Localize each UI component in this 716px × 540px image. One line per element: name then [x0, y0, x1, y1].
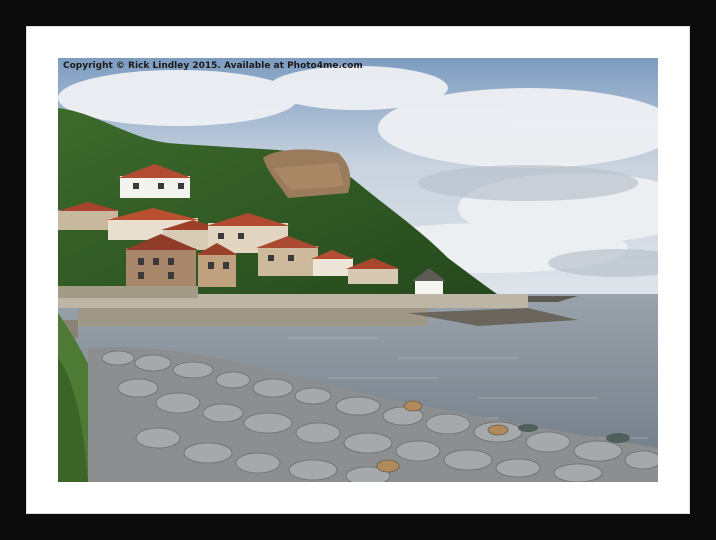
photo: Copyright © Rick Lindley 2015. Available… — [58, 58, 658, 482]
copyright-caption: Copyright © Rick Lindley 2015. Available… — [63, 61, 363, 71]
coastal-village-scene — [58, 58, 658, 482]
sea-wall — [78, 308, 428, 326]
